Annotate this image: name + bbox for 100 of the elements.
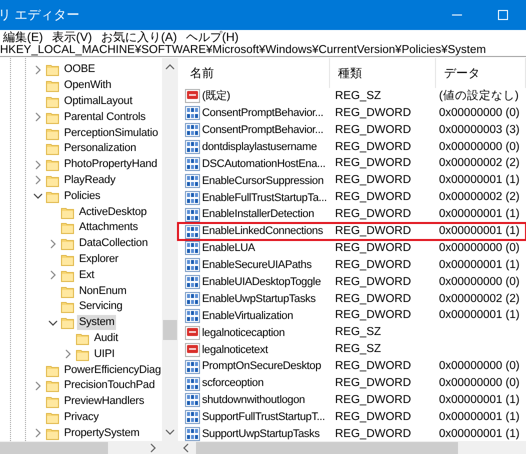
tree-item[interactable]: NonEnum (77, 284, 129, 299)
tree-item[interactable]: PrecisionTouchPad (62, 378, 157, 394)
tree-item[interactable]: PropertySystem (62, 426, 142, 441)
value-type: REG_DWORD (334, 122, 412, 138)
folder-icon (46, 379, 59, 392)
value-name[interactable]: ConsentPromptBehavior... (202, 122, 324, 138)
value-type: REG_DWORD (334, 190, 412, 206)
binary-value-icon (185, 275, 200, 290)
value-name[interactable]: EnableUwpStartupTasks (202, 290, 316, 308)
tree-item[interactable]: Personalization (62, 141, 138, 156)
tree-item[interactable]: Servicing (77, 299, 124, 314)
tree-item[interactable]: UIPI (92, 346, 117, 362)
folder-icon (61, 252, 74, 266)
tree-item[interactable]: Parental Controls (62, 110, 148, 125)
scroll-thumb[interactable] (163, 320, 177, 340)
menu-item[interactable]: 表示(V) (49, 30, 98, 45)
value-data: 0x00000002 (2) (438, 292, 520, 307)
column-header[interactable]: データ (436, 58, 526, 88)
binary-value-icon (185, 106, 200, 120)
value-name[interactable]: EnableInstallerDetection (202, 206, 314, 223)
tree-item[interactable]: Policies (62, 188, 102, 204)
address-path[interactable]: HKEY_LOCAL_MACHINE¥SOFTWARE¥Microsoft¥Windows¥CurrentVersion¥Policies¥System (0, 44, 486, 56)
tree-item[interactable]: Attachments (77, 220, 140, 236)
binary-value-icon (185, 224, 200, 239)
tree-item[interactable]: Audit (92, 330, 120, 346)
value-name[interactable]: EnableCursorSuppression (202, 172, 324, 190)
folder-icon (46, 110, 59, 124)
binary-value-icon (185, 393, 200, 408)
value-name[interactable]: legalnoticetext (202, 342, 268, 358)
tree-item[interactable]: OOBE (62, 62, 97, 78)
value-name[interactable]: EnableFullTrustStartupTa... (202, 190, 327, 206)
value-type: REG_SZ (334, 325, 382, 340)
folder-icon (46, 426, 59, 440)
binary-value-icon (185, 190, 200, 205)
tree-item[interactable]: PerceptionSimulatio (62, 126, 160, 141)
value-type: REG_DWORD (334, 392, 412, 408)
value-data: 0x00000000 (0) (438, 106, 520, 121)
value-name[interactable]: EnableUIADesktopToggle (202, 274, 321, 290)
value-name[interactable]: SupportFullTrustStartupT... (202, 409, 325, 426)
maximize-icon[interactable] (498, 10, 508, 20)
folder-icon (46, 190, 59, 203)
tree-item[interactable]: Privacy (62, 410, 101, 425)
value-name[interactable]: DSCAutomationHostEna... (202, 156, 326, 172)
value-data: 0x00000000 (0) (438, 274, 520, 290)
folder-icon (76, 348, 89, 361)
tree-item[interactable]: OptimalLayout (62, 94, 134, 109)
folder-icon (46, 364, 59, 377)
horizontal-scrollbar[interactable] (178, 441, 526, 454)
value-name[interactable]: EnableVirtualization (202, 308, 294, 324)
tree-item[interactable]: ActiveDesktop (77, 204, 149, 220)
folder-icon (61, 316, 74, 330)
column-header[interactable]: 種類 (330, 58, 436, 88)
value-type: REG_DWORD (334, 207, 412, 222)
value-data: 0x00000001 (1) (438, 207, 520, 222)
tree-item[interactable]: System (77, 315, 116, 330)
value-data: 0x00000000 (0) (438, 240, 520, 256)
horizontal-scrollbar[interactable] (0, 441, 178, 454)
folder-icon (46, 79, 59, 92)
binary-value-icon (185, 410, 200, 424)
tree-item[interactable]: PlayReady (62, 172, 118, 188)
binary-value-icon (185, 427, 200, 442)
value-data: 0x00000001 (1) (438, 258, 520, 273)
value-name[interactable]: scforceoption (202, 375, 264, 392)
column-header[interactable]: 名前 (178, 58, 330, 88)
value-name[interactable]: (既定) (202, 88, 230, 105)
folder-icon (61, 237, 74, 250)
menu-item[interactable]: 編集(E) (0, 30, 49, 45)
scroll-thumb[interactable] (0, 442, 108, 454)
value-name[interactable]: SupportUwpStartupTasks (202, 426, 320, 442)
value-data: 0x00000001 (1) (438, 410, 520, 425)
value-type: REG_DWORD (334, 376, 412, 391)
value-name[interactable]: EnableLUA (202, 240, 255, 257)
binary-value-icon (185, 292, 200, 306)
value-type: REG_DWORD (334, 224, 412, 239)
scroll-thumb[interactable] (196, 442, 458, 454)
tree-item[interactable]: OpenWith (62, 78, 114, 94)
value-name[interactable]: EnableSecureUIAPaths (202, 257, 312, 274)
window-title: リ エディター (0, 6, 81, 24)
tree-item[interactable]: Explorer (77, 252, 120, 267)
tree-item[interactable]: DataCollection (77, 236, 150, 252)
value-name[interactable]: PromptOnSecureDesktop (202, 358, 322, 375)
folder-icon (61, 268, 74, 282)
tree-item[interactable]: Ext (77, 268, 96, 283)
value-type: REG_DWORD (334, 173, 412, 188)
value-name[interactable]: shutdownwithoutlogon (202, 392, 305, 409)
folder-icon (61, 284, 74, 298)
menu-item[interactable]: ヘルプ(H) (183, 30, 245, 45)
vertical-scrollbar[interactable] (162, 58, 178, 441)
menu-item[interactable]: お気に入り(A) (98, 30, 183, 45)
value-name[interactable]: EnableLinkedConnections (202, 223, 323, 240)
binary-value-icon (185, 157, 200, 171)
value-data: 0x00000001 (1) (438, 308, 520, 324)
folder-icon (46, 126, 59, 140)
tree-item[interactable]: PhotoPropertyHand (62, 157, 160, 172)
value-data: 0x00000000 (0) (438, 376, 520, 391)
value-name[interactable]: ConsentPromptBehavior... (202, 105, 324, 122)
tree-item[interactable]: PreviewHandlers (62, 394, 146, 410)
tree-item[interactable]: PowerEfficiencyDiag (62, 362, 162, 378)
value-name[interactable]: legalnoticecaption (202, 324, 285, 342)
value-name[interactable]: dontdisplaylastusername (202, 138, 317, 156)
